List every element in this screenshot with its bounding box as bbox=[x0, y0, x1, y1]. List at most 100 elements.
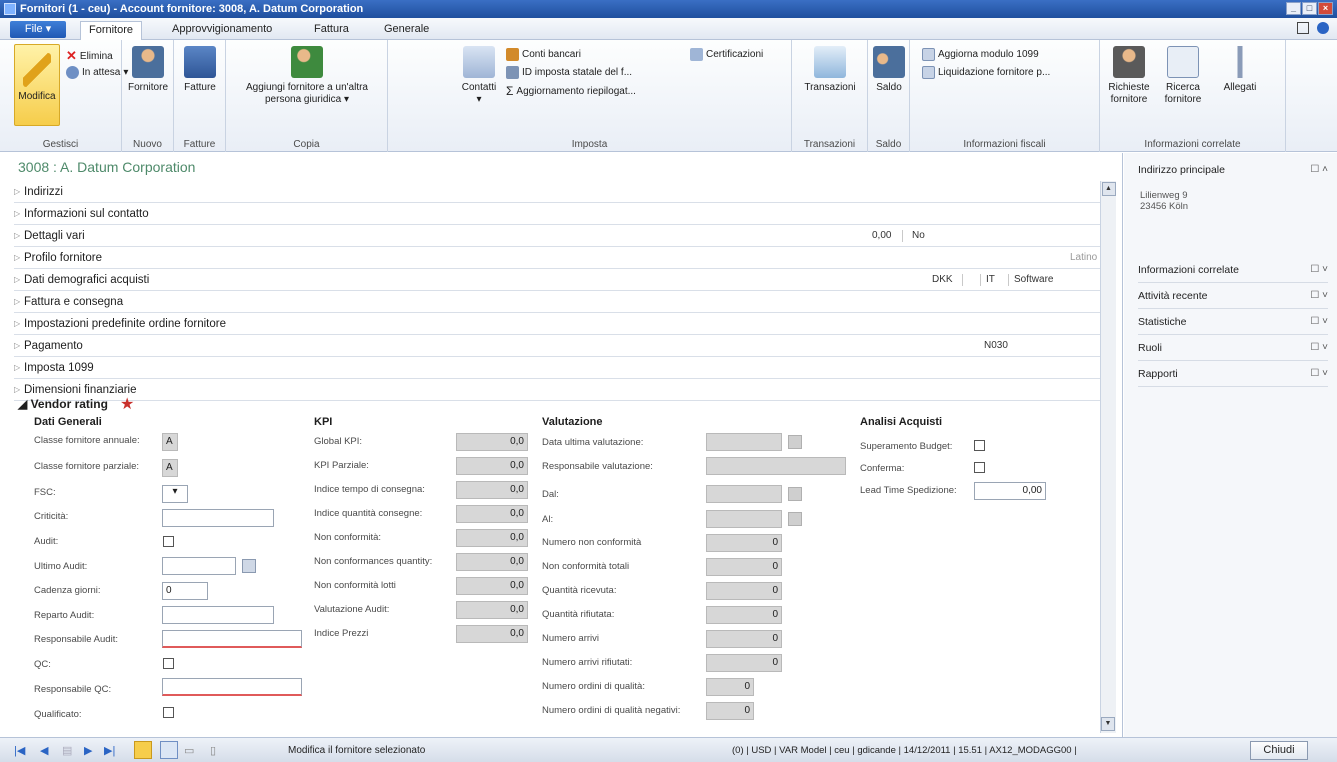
valutazione-value: 0 bbox=[706, 582, 782, 600]
fasttab-profilo[interactable]: ▷ Profilo fornitore Latino bbox=[14, 247, 1100, 269]
tab-fattura[interactable]: Fattura bbox=[314, 23, 349, 35]
group-nuovo: Fornitore Nuovo bbox=[122, 40, 174, 152]
factbox-rapporti[interactable]: Rapporti ☐ ˅ bbox=[1138, 361, 1328, 387]
criticita-field[interactable] bbox=[162, 509, 274, 527]
factbox-ruoli[interactable]: Ruoli ☐ ˅ bbox=[1138, 335, 1328, 361]
first-record-icon[interactable]: |◀ bbox=[14, 744, 25, 757]
responsabile-qc-field[interactable] bbox=[162, 678, 302, 696]
expand-icon[interactable]: ☐ ˅ bbox=[1310, 342, 1328, 353]
record-list-icon[interactable]: ▤ bbox=[62, 744, 72, 757]
saldo-button[interactable]: Saldo bbox=[872, 46, 906, 94]
close-window-button[interactable]: × bbox=[1318, 2, 1333, 15]
in-attesa-button[interactable]: In attesa ▾ bbox=[66, 66, 128, 79]
modifica-button[interactable]: Modifica bbox=[14, 44, 60, 126]
fasttab-vendor-rating[interactable]: ◢ Vendor rating bbox=[18, 397, 108, 411]
factbox-label: Rapporti bbox=[1138, 367, 1178, 380]
primary-address: Lilienweg 9 23456 Köln bbox=[1140, 190, 1188, 212]
tab-approvvigionamento[interactable]: Approvvigionamento bbox=[172, 23, 272, 35]
expand-icon[interactable]: ☐ ˅ bbox=[1310, 264, 1328, 275]
fasttab-indirizzi[interactable]: ▷ Indirizzi bbox=[14, 181, 1100, 203]
factbox-info-correlate[interactable]: Informazioni correlate ☐ ˅ bbox=[1138, 257, 1328, 283]
collapse-icon[interactable]: ☐ ˄ bbox=[1310, 164, 1328, 175]
previous-record-icon[interactable]: ◀ bbox=[40, 744, 48, 757]
help-icon[interactable] bbox=[1317, 22, 1329, 34]
transazioni-button[interactable]: Transazioni bbox=[800, 46, 860, 94]
responsabile-valutazione-field bbox=[706, 457, 846, 475]
reparto-audit-field[interactable] bbox=[162, 606, 274, 624]
qualificato-checkbox[interactable] bbox=[163, 707, 174, 718]
aggiornamento-label: Aggiornamento riepilogat... bbox=[516, 85, 636, 97]
group-label-fatture: Fatture bbox=[183, 139, 216, 150]
conti-bancari-button[interactable]: Conti bancari bbox=[506, 48, 581, 61]
fatture-button[interactable]: Fatture bbox=[178, 46, 222, 94]
liquidazione-button[interactable]: Liquidazione fornitore p... bbox=[922, 66, 1050, 79]
chiudi-button[interactable]: Chiudi bbox=[1250, 741, 1308, 760]
richieste-fornitore-button[interactable]: Richieste fornitore bbox=[1104, 46, 1154, 106]
conferma-checkbox[interactable] bbox=[974, 462, 985, 473]
details-view-icon[interactable]: ▭ bbox=[184, 744, 194, 757]
certificazioni-button[interactable]: Certificazioni bbox=[690, 48, 763, 61]
fasttab-label: Fattura e consegna bbox=[24, 295, 124, 308]
maximize-button[interactable]: □ bbox=[1302, 2, 1317, 15]
next-record-icon[interactable]: ▶ bbox=[84, 744, 92, 757]
group-label-info-fiscali: Informazioni fiscali bbox=[963, 139, 1046, 150]
scroll-up-icon[interactable]: ▲ bbox=[1101, 182, 1116, 196]
aggiorna-modulo-button[interactable]: Aggiorna modulo 1099 bbox=[922, 48, 1039, 61]
last-record-icon[interactable]: ▶| bbox=[104, 744, 115, 757]
classe-annuale-field[interactable]: A bbox=[162, 433, 178, 451]
elimina-button[interactable]: ✕ Elimina bbox=[66, 48, 113, 64]
aggiungi-fornitore-button[interactable]: Aggiungi fornitore a un'altra persona gi… bbox=[230, 46, 384, 106]
calendar-icon bbox=[788, 487, 802, 501]
lead-time-field[interactable]: 0,00 bbox=[974, 482, 1046, 500]
scroll-down-icon[interactable]: ▼ bbox=[1101, 717, 1115, 731]
vertical-scrollbar[interactable]: ▲ ▼ bbox=[1100, 181, 1116, 733]
reparto-audit-label: Reparto Audit: bbox=[34, 610, 95, 621]
superamento-budget-checkbox[interactable] bbox=[974, 440, 985, 451]
id-importa-button[interactable]: ID imposta statale del f... bbox=[506, 66, 632, 79]
expand-icon: ▷ bbox=[14, 187, 21, 196]
qc-label: QC: bbox=[34, 659, 51, 670]
cadenza-field[interactable]: 0 bbox=[162, 582, 208, 600]
window-layout-icon[interactable] bbox=[1297, 22, 1309, 34]
allegati-button[interactable]: Allegati bbox=[1218, 46, 1262, 94]
tab-generale[interactable]: Generale bbox=[384, 23, 429, 35]
audit-checkbox[interactable] bbox=[163, 536, 174, 547]
kpi-value: 0,0 bbox=[456, 553, 528, 571]
add-person-icon bbox=[291, 46, 323, 78]
factbox-indirizzo-principale[interactable]: Indirizzo principale ☐ ˄ bbox=[1138, 157, 1328, 183]
fornitore-button[interactable]: Fornitore bbox=[126, 46, 170, 94]
fasttab-imposta-1099[interactable]: ▷ Imposta 1099 bbox=[14, 357, 1100, 379]
data-ultima-label: Data ultima valutazione: bbox=[542, 437, 644, 448]
classe-parziale-field[interactable]: A bbox=[162, 459, 178, 477]
fasttab-label: Dati demografici acquisti bbox=[24, 273, 150, 286]
responsabile-audit-field[interactable] bbox=[162, 630, 302, 648]
fasttab-dimensioni[interactable]: ▷ Dimensioni finanziarie bbox=[14, 379, 1100, 401]
ricerca-fornitore-button[interactable]: Ricerca fornitore bbox=[1158, 46, 1208, 106]
qc-checkbox[interactable] bbox=[163, 658, 174, 669]
expand-icon[interactable]: ☐ ˅ bbox=[1310, 316, 1328, 327]
document-icon[interactable]: ▯ bbox=[210, 744, 216, 757]
modifica-label: Modifica bbox=[18, 91, 56, 102]
edit-mode-icon[interactable] bbox=[134, 741, 152, 759]
expand-icon[interactable]: ☐ ˅ bbox=[1310, 368, 1328, 379]
expand-icon[interactable]: ☐ ˅ bbox=[1310, 290, 1328, 301]
factbox-attivita-recente[interactable]: Attività recente ☐ ˅ bbox=[1138, 283, 1328, 309]
fasttab-fattura-consegna[interactable]: ▷ Fattura e consegna bbox=[14, 291, 1100, 313]
minimize-button[interactable]: _ bbox=[1286, 2, 1301, 15]
tab-fornitore[interactable]: Fornitore bbox=[80, 21, 143, 40]
fasttab-contatto[interactable]: ▷ Informazioni sul contatto bbox=[14, 203, 1100, 225]
grid-view-icon[interactable] bbox=[160, 741, 178, 759]
contatti-button[interactable]: Contatti ▾ bbox=[458, 46, 500, 106]
aggiornamento-button[interactable]: Σ Aggiornamento riepilogat... bbox=[506, 84, 636, 98]
tab-right-icons bbox=[1297, 22, 1329, 34]
responsabile-qc-label: Responsabile QC: bbox=[34, 684, 112, 695]
ultimo-audit-field[interactable] bbox=[162, 557, 236, 575]
tab-file[interactable]: File ▾ bbox=[10, 21, 66, 38]
fasttab-pagamento[interactable]: ▷ Pagamento N030 bbox=[14, 335, 1100, 357]
calendar-icon[interactable] bbox=[242, 559, 256, 573]
fsc-dropdown[interactable]: ▾ bbox=[162, 485, 188, 503]
fasttab-dettagli[interactable]: ▷ Dettagli vari 0,00 No bbox=[14, 225, 1100, 247]
factbox-statistiche[interactable]: Statistiche ☐ ˅ bbox=[1138, 309, 1328, 335]
fasttab-dati-demografici[interactable]: ▷ Dati demografici acquisti DKK IT Softwa… bbox=[14, 269, 1100, 291]
fasttab-impostazioni-ordine[interactable]: ▷ Impostazioni predefinite ordine fornito… bbox=[14, 313, 1100, 335]
